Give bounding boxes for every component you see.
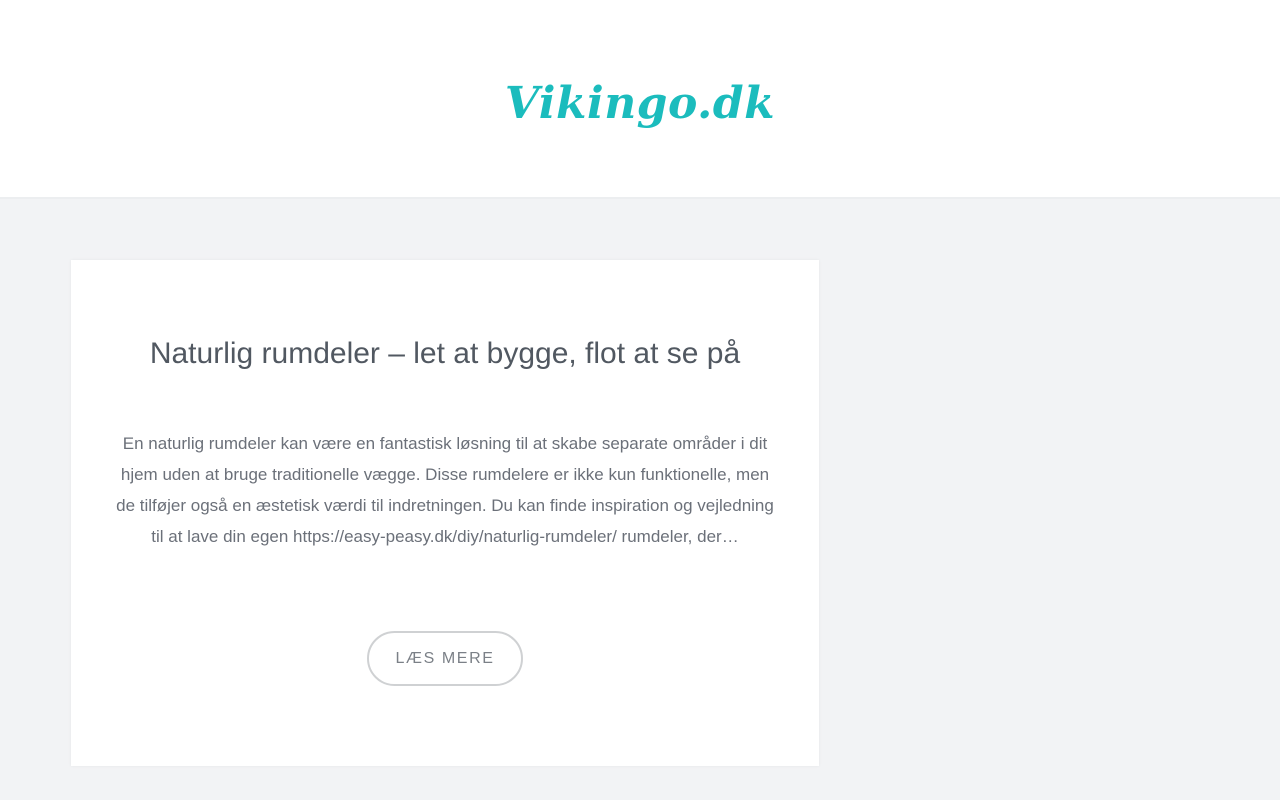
site-logo[interactable]: Vikingo.dk [0,74,1280,134]
site-header: Vikingo.dk [0,0,1280,199]
post-excerpt: En naturlig rumdeler kan være en fantast… [116,434,774,546]
read-more-button[interactable]: LÆS MERE [367,631,523,686]
post-card: Naturlig rumdeler – let at bygge, flot a… [71,260,819,766]
post-title[interactable]: Naturlig rumdeler – let at bygge, flot a… [71,334,819,374]
